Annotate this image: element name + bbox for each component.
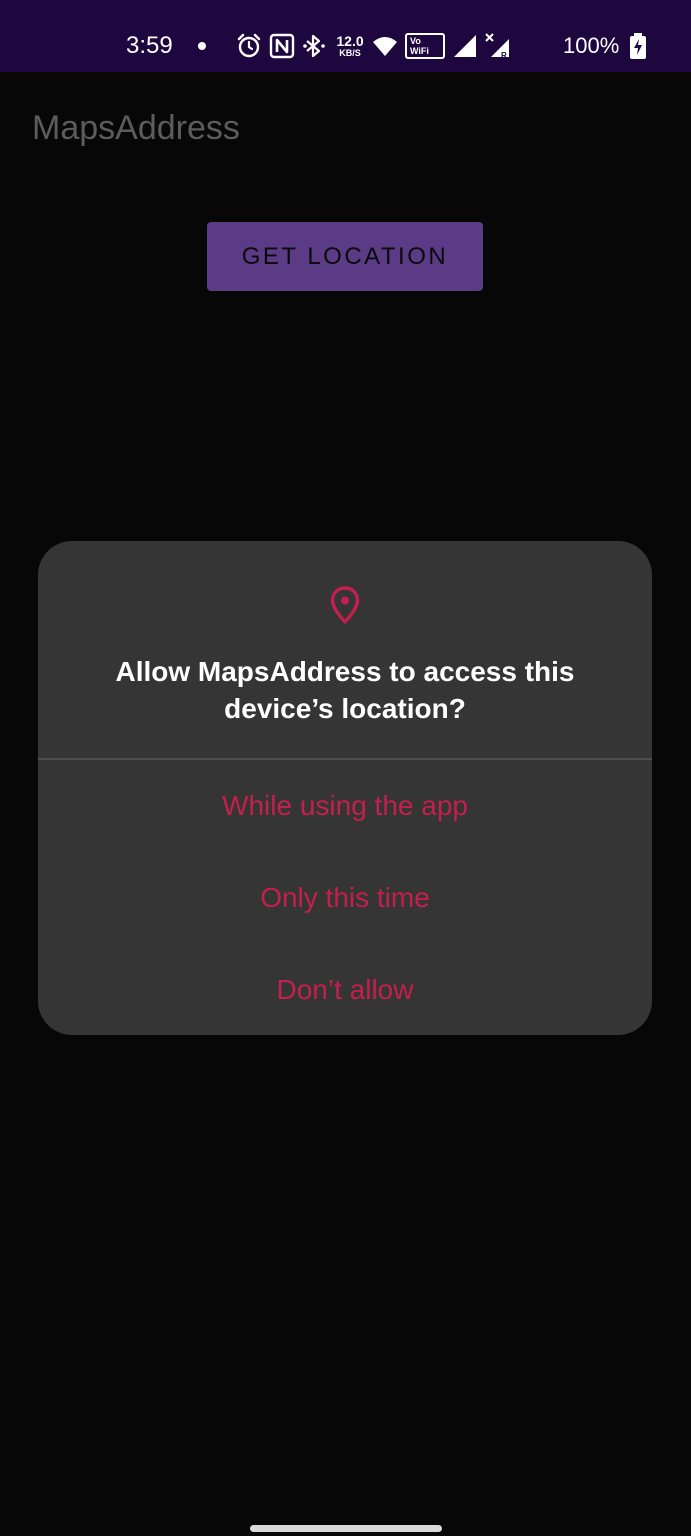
network-speed-value: 12.0	[336, 33, 364, 49]
svg-text:R: R	[501, 51, 507, 59]
app-title: MapsAddress	[32, 109, 240, 147]
bluetooth-icon	[303, 34, 325, 58]
signal-roaming-icon: R	[485, 33, 509, 59]
network-speed: 12.0 KB/S	[335, 31, 365, 61]
screen: 3:59 12.0 KB/S Vo WiFi R 100% MapsAddres…	[0, 0, 691, 1536]
dont-allow-button[interactable]: Don’t allow	[38, 972, 652, 1008]
network-speed-unit: KB/S	[339, 48, 361, 58]
location-pin-icon	[330, 586, 360, 624]
nfc-icon	[269, 33, 295, 59]
get-location-button[interactable]: GET LOCATION	[207, 222, 483, 291]
only-this-time-button[interactable]: Only this time	[38, 880, 652, 916]
permission-dialog: Allow MapsAddress to access this device’…	[38, 541, 652, 1035]
status-time: 3:59	[126, 32, 173, 59]
while-using-app-button[interactable]: While using the app	[38, 788, 652, 824]
alarm-icon	[237, 33, 261, 58]
battery-percent: 100%	[563, 33, 620, 58]
vowifi-icon: Vo WiFi	[405, 33, 445, 59]
wifi-icon	[373, 37, 397, 56]
vowifi-bottom-text: WiFi	[410, 46, 429, 56]
vowifi-top-text: Vo	[410, 36, 421, 46]
dialog-divider	[38, 758, 652, 760]
status-icons: 12.0 KB/S Vo WiFi R	[236, 30, 511, 62]
gesture-navigation-handle[interactable]	[250, 1525, 442, 1532]
signal-icon	[454, 35, 476, 57]
status-bar: 3:59 12.0 KB/S Vo WiFi R 100%	[0, 0, 691, 72]
dialog-title: Allow MapsAddress to access this device’…	[115, 656, 575, 724]
battery-charging-icon	[630, 33, 646, 59]
notification-dot-icon	[198, 42, 206, 50]
